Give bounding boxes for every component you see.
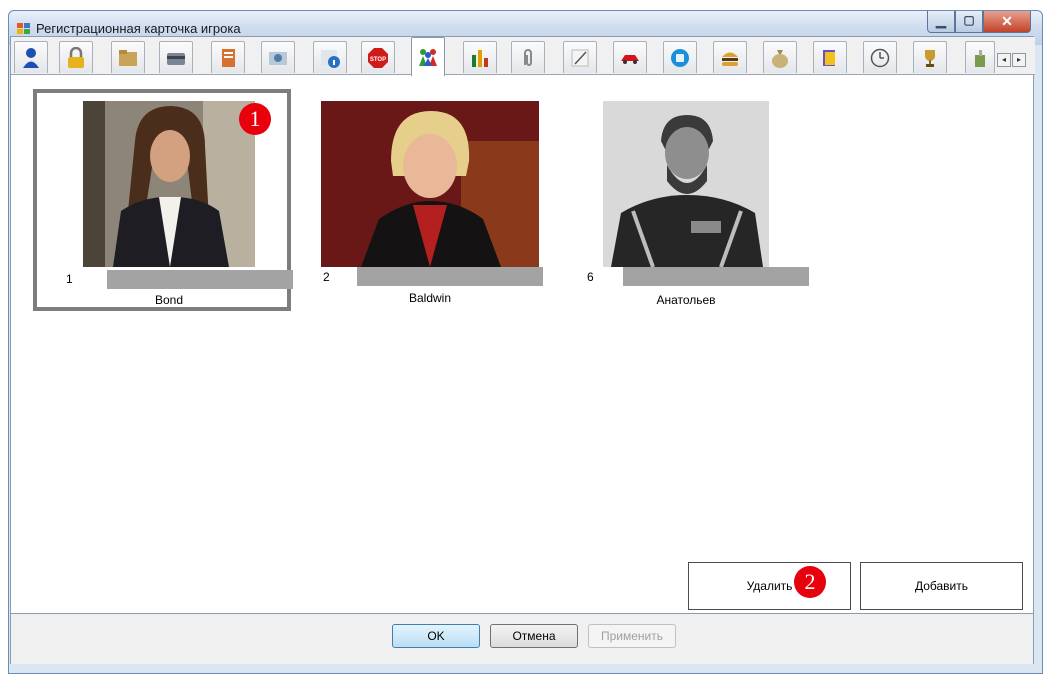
player-photo bbox=[321, 101, 539, 267]
burger-icon bbox=[722, 52, 738, 66]
pen-icon bbox=[571, 49, 589, 67]
trophy-icon bbox=[925, 50, 935, 67]
callout-marker-1: 1 bbox=[239, 103, 271, 135]
tab-car[interactable] bbox=[613, 41, 647, 73]
tab-globe[interactable] bbox=[663, 41, 697, 73]
info-icon bbox=[321, 50, 340, 68]
tab-stop[interactable]: STOP bbox=[361, 41, 395, 73]
player-name: Анатольев bbox=[656, 293, 716, 307]
chevron-right-icon: ▸ bbox=[1016, 55, 1021, 64]
player-number: 6 bbox=[587, 270, 594, 284]
player-number: 1 bbox=[66, 272, 73, 286]
tab-folder[interactable] bbox=[111, 41, 145, 73]
cancel-button[interactable]: Отмена bbox=[490, 624, 578, 648]
tab-money[interactable] bbox=[763, 41, 797, 73]
player-name-bar bbox=[107, 270, 293, 289]
close-button[interactable]: ✕ bbox=[983, 11, 1031, 33]
user-icon bbox=[23, 48, 39, 68]
clock-money-icon bbox=[870, 48, 890, 68]
tab-card[interactable] bbox=[159, 41, 193, 73]
player-name-bar bbox=[623, 267, 809, 286]
stop-sign-icon: STOP bbox=[368, 48, 388, 68]
delete-button[interactable]: Удалить bbox=[688, 562, 851, 610]
car-icon bbox=[621, 55, 639, 64]
player-number: 2 bbox=[323, 270, 330, 284]
minimize-button[interactable]: ▁ bbox=[927, 11, 955, 33]
tab-paint[interactable] bbox=[965, 41, 995, 73]
notebook-icon bbox=[222, 49, 235, 67]
camera-icon bbox=[269, 52, 287, 65]
maximize-button[interactable]: ▢ bbox=[955, 11, 983, 33]
tab-notebook[interactable] bbox=[211, 41, 245, 73]
player-name: Bond bbox=[154, 293, 184, 307]
tab-attachments[interactable] bbox=[511, 41, 545, 73]
dialog-button-bar: OK Отмена Применить bbox=[10, 614, 1034, 664]
player-photo bbox=[83, 101, 255, 267]
maximize-icon: ▢ bbox=[963, 13, 975, 27]
chevron-left-icon: ◂ bbox=[1001, 55, 1006, 64]
tab-statistics[interactable] bbox=[463, 41, 497, 73]
svg-text:STOP: STOP bbox=[370, 57, 386, 63]
tab-book[interactable] bbox=[813, 41, 847, 73]
money-bag-icon bbox=[772, 50, 788, 68]
player-name-bar bbox=[357, 267, 543, 286]
tab-page-players: STOP ◂ ▸ 1 Bond 2 Baldwin 6 Анатольев 1 … bbox=[10, 36, 1035, 614]
ok-button[interactable]: OK bbox=[392, 624, 480, 648]
tab-info[interactable] bbox=[313, 41, 347, 73]
close-icon: ✕ bbox=[1001, 13, 1013, 29]
app-icon bbox=[17, 23, 31, 35]
card-icon bbox=[167, 53, 185, 65]
tab-user[interactable] bbox=[14, 41, 48, 73]
folder-icon bbox=[119, 50, 137, 66]
tab-lock[interactable] bbox=[59, 41, 93, 73]
tab-camera[interactable] bbox=[261, 41, 295, 73]
tab-players[interactable] bbox=[411, 37, 445, 76]
tab-food[interactable] bbox=[713, 41, 747, 73]
window-title: Регистрационная карточка игрока bbox=[36, 21, 241, 36]
book-icon bbox=[823, 50, 835, 66]
add-button[interactable]: Добавить bbox=[860, 562, 1023, 610]
lock-icon bbox=[68, 47, 84, 68]
minimize-icon: ▁ bbox=[936, 13, 946, 28]
group-icon bbox=[419, 49, 437, 66]
bar-chart-icon bbox=[472, 50, 488, 67]
tab-notes[interactable] bbox=[563, 41, 597, 73]
apply-button[interactable]: Применить bbox=[588, 624, 676, 648]
tab-history[interactable] bbox=[863, 41, 897, 73]
globe-icon bbox=[671, 49, 689, 67]
paint-icon bbox=[975, 50, 985, 67]
paperclip-icon bbox=[524, 49, 532, 66]
tab-strip: STOP ◂ ▸ bbox=[11, 37, 1035, 76]
player-photo bbox=[603, 101, 769, 267]
tab-awards[interactable] bbox=[913, 41, 947, 73]
tab-scroll-right[interactable]: ▸ bbox=[1012, 53, 1026, 67]
callout-marker-2: 2 bbox=[794, 566, 826, 598]
player-name: Baldwin bbox=[408, 291, 452, 305]
tab-scroll-left[interactable]: ◂ bbox=[997, 53, 1011, 67]
